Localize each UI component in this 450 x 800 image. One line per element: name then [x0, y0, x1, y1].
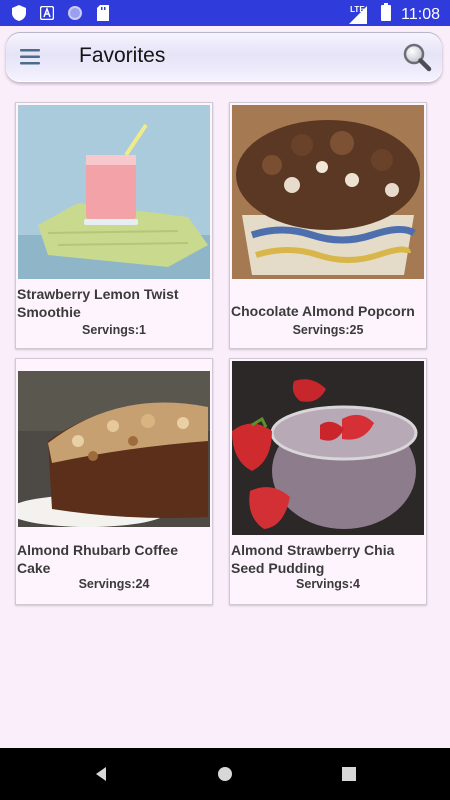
app-bar: Favorites: [6, 32, 442, 82]
recipe-servings: Servings:25: [292, 323, 364, 337]
recipe-servings: Servings:1: [82, 323, 146, 337]
search-icon[interactable]: [402, 42, 432, 72]
status-bar: LTE 11:08: [0, 0, 450, 26]
shield-icon: [10, 4, 28, 22]
circle-icon: [66, 4, 84, 22]
recipe-card[interactable]: Almond Rhubarb Coffee Cake Servings:24: [15, 358, 213, 605]
recipe-name: Almond Strawberry Chia Seed Pudding: [231, 542, 395, 576]
popcorn-image: [232, 105, 424, 279]
coffee-cake-image: [18, 371, 210, 527]
network-label: LTE: [350, 4, 365, 14]
recents-square-icon[interactable]: [339, 764, 359, 784]
home-circle-icon[interactable]: [215, 764, 235, 784]
recipe-name: Chocolate Almond Popcorn: [231, 303, 415, 319]
recipe-card[interactable]: Almond Strawberry Chia Seed Pudding Serv…: [229, 358, 427, 605]
recipe-card[interactable]: Chocolate Almond Popcorn Servings:25: [229, 102, 427, 349]
recipe-servings: Servings:4: [296, 577, 360, 591]
lte-signal-icon: LTE: [349, 4, 371, 24]
recipe-card[interactable]: Strawberry Lemon Twist Smoothie Servings…: [15, 102, 213, 349]
chia-pudding-image: [232, 361, 424, 535]
back-triangle-icon[interactable]: [92, 764, 112, 784]
page-title: Favorites: [79, 44, 166, 67]
recipe-name: Strawberry Lemon Twist Smoothie: [17, 286, 179, 320]
clock: 11:08: [401, 5, 440, 23]
a-box-icon: [38, 4, 56, 22]
hamburger-menu-icon[interactable]: [18, 46, 42, 68]
sd-card-icon: [94, 4, 112, 22]
recipe-name: Almond Rhubarb Coffee Cake: [17, 542, 178, 576]
system-nav-bar: [0, 748, 450, 800]
recipe-servings: Servings:24: [78, 577, 150, 591]
smoothie-image: [18, 105, 210, 279]
battery-icon: [381, 3, 392, 26]
